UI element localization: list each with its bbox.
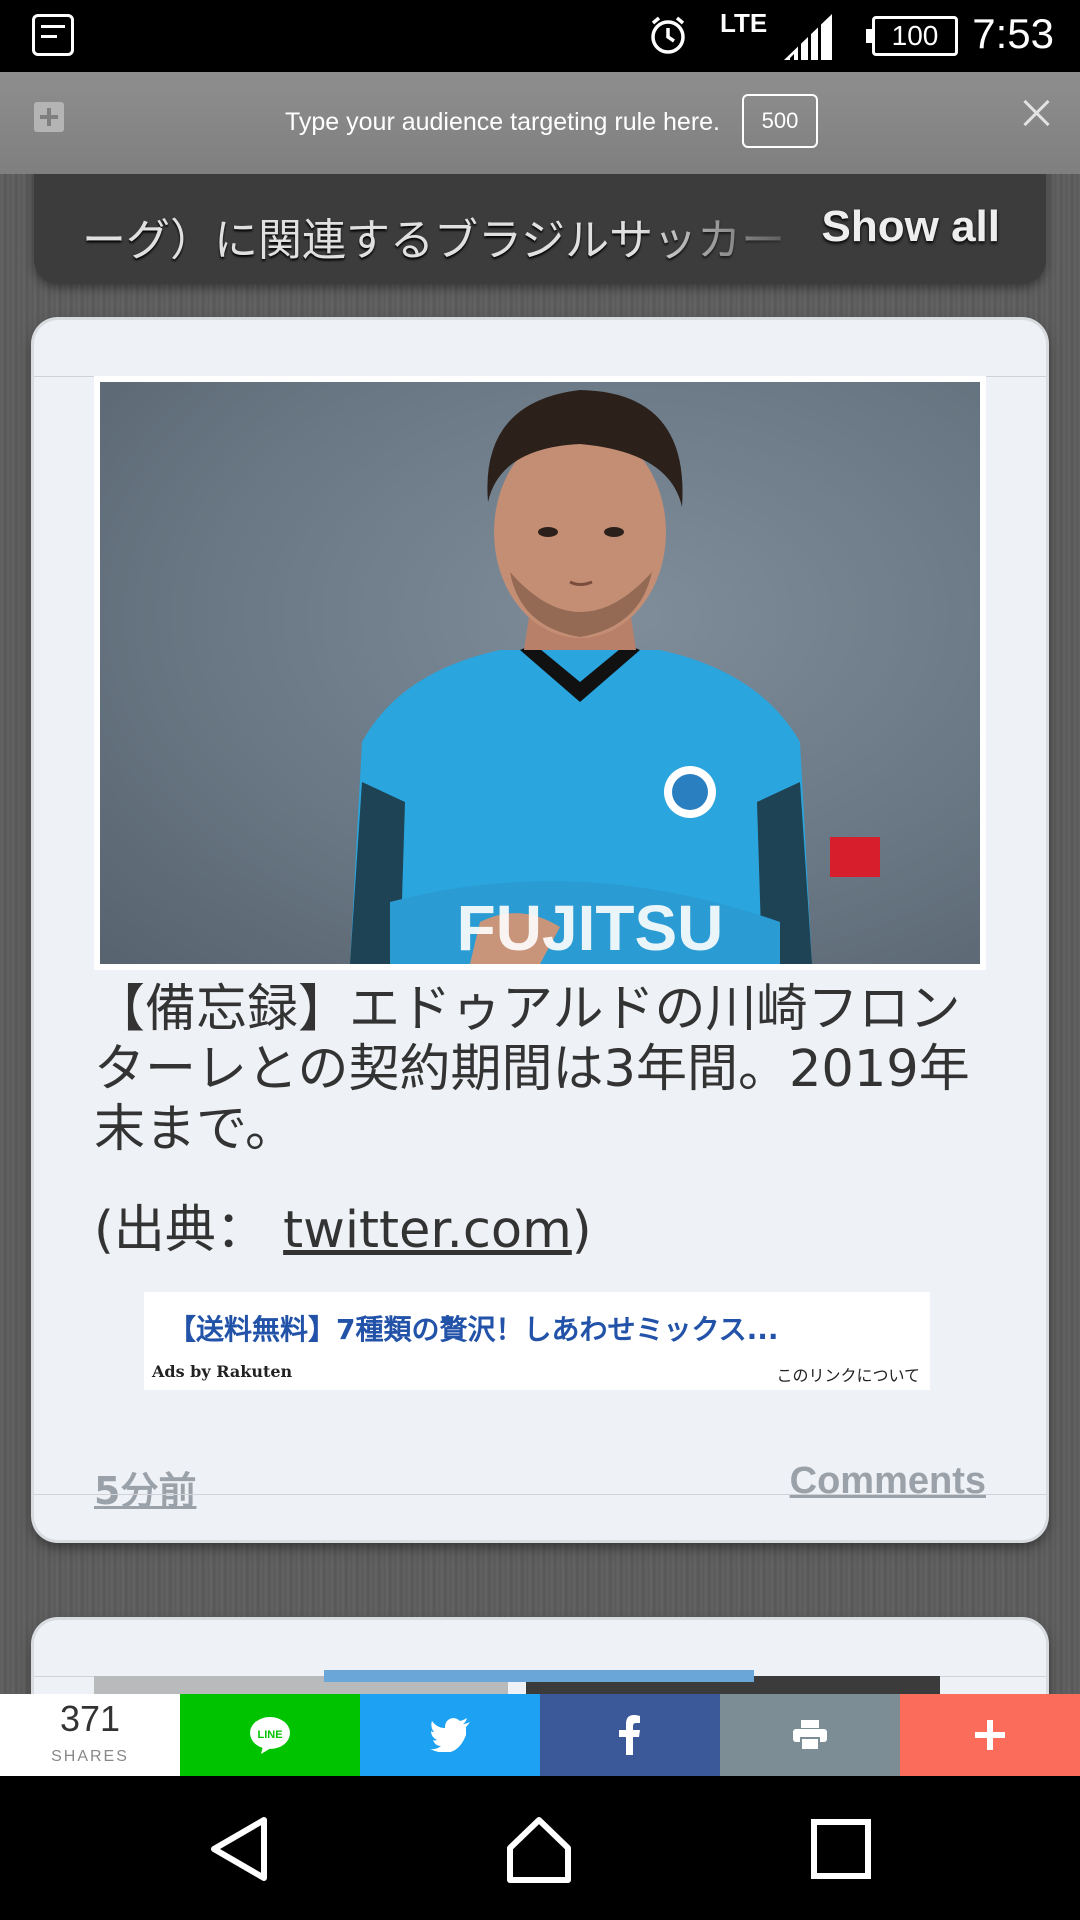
network-type: LTE xyxy=(720,8,768,38)
navigation-bar xyxy=(0,1776,1080,1920)
twitter-icon xyxy=(430,1718,470,1752)
back-icon[interactable] xyxy=(206,1814,276,1884)
close-icon[interactable] xyxy=(1020,96,1054,130)
ad-credit: Ads by Rakuten xyxy=(152,1362,293,1381)
plus-glyph xyxy=(900,1694,1080,1776)
facebook-icon xyxy=(619,1715,640,1755)
share-count-value: 371 xyxy=(59,1698,121,1739)
share-count-label: SHARES xyxy=(51,1748,129,1765)
source-link[interactable]: twitter.com xyxy=(283,1201,572,1260)
svg-text:FUJITSU: FUJITSU xyxy=(457,892,724,964)
topic-panel: ーグ）に関連するブラジルサッカー Show all xyxy=(34,174,1046,284)
share-bar: 371 SHARES LINE xyxy=(0,1694,1080,1776)
alarm-icon xyxy=(651,16,685,54)
next-article-banner xyxy=(324,1670,754,1682)
line-icon-label: LINE xyxy=(257,1729,282,1741)
next-article-card xyxy=(34,1620,1046,1694)
print-glyph xyxy=(720,1694,900,1776)
comments-link[interactable]: Comments xyxy=(790,1460,986,1503)
home-icon[interactable] xyxy=(504,1814,574,1884)
character-limit-badge: 500 xyxy=(742,94,818,148)
line-icon: LINE xyxy=(250,1717,290,1754)
divider xyxy=(34,1494,1046,1495)
line-glyph: LINE xyxy=(180,1694,360,1776)
targeting-rule-input[interactable] xyxy=(200,100,720,144)
source-line: (出典： twitter.com) xyxy=(94,1188,592,1262)
app-icon xyxy=(32,14,74,56)
source-prefix: (出典： xyxy=(94,1201,267,1260)
print-icon xyxy=(793,1720,827,1750)
ad-headline[interactable]: 【送料無料】7種類の贅沢！しあわせミックス... xyxy=(168,1308,779,1348)
targeting-bar: 500 xyxy=(0,72,1080,174)
facebook-glyph xyxy=(540,1694,720,1776)
timestamp-link[interactable]: 5分前 xyxy=(94,1460,196,1515)
player-photo-illustration: FUJITSU xyxy=(350,390,880,964)
battery-icon: 100 xyxy=(866,16,958,56)
share-count: 371 SHARES xyxy=(0,1694,180,1776)
facebook-share-button[interactable] xyxy=(540,1694,720,1776)
line-share-button[interactable]: LINE xyxy=(180,1694,360,1776)
topic-text: ーグ）に関連するブラジルサッカー xyxy=(82,215,786,266)
article-title: 【備忘録】エドゥアルドの川崎フロンターレとの契約期間は3年間。2019年末まで。 xyxy=(94,980,970,1159)
source-suffix: ) xyxy=(571,1201,592,1260)
twitter-glyph xyxy=(360,1694,540,1776)
recents-icon[interactable] xyxy=(806,1814,876,1884)
add-icon[interactable] xyxy=(34,102,64,132)
content-area[interactable]: ーグ）に関連するブラジルサッカー Show all FUJITSU 【備忘録】エ… xyxy=(0,174,1080,1694)
rakuten-ad[interactable]: 【送料無料】7種類の贅沢！しあわせミックス... Ads by Rakuten … xyxy=(144,1292,930,1390)
signal-icon xyxy=(784,14,832,60)
print-share-button[interactable] xyxy=(720,1694,900,1776)
show-all-link[interactable]: Show all xyxy=(822,202,1000,252)
ad-about-link[interactable]: このリンクについて xyxy=(776,1362,920,1386)
article-image[interactable]: FUJITSU xyxy=(94,376,986,970)
status-bar: LTE 100 7:53 xyxy=(0,0,1080,72)
clock: 7:53 xyxy=(972,10,1054,57)
twitter-share-button[interactable] xyxy=(360,1694,540,1776)
article-card: FUJITSU 【備忘録】エドゥアルドの川崎フロンターレとの契約期間は3年間。2… xyxy=(34,320,1046,1540)
plus-icon xyxy=(975,1720,1005,1750)
more-share-button[interactable] xyxy=(900,1694,1080,1776)
